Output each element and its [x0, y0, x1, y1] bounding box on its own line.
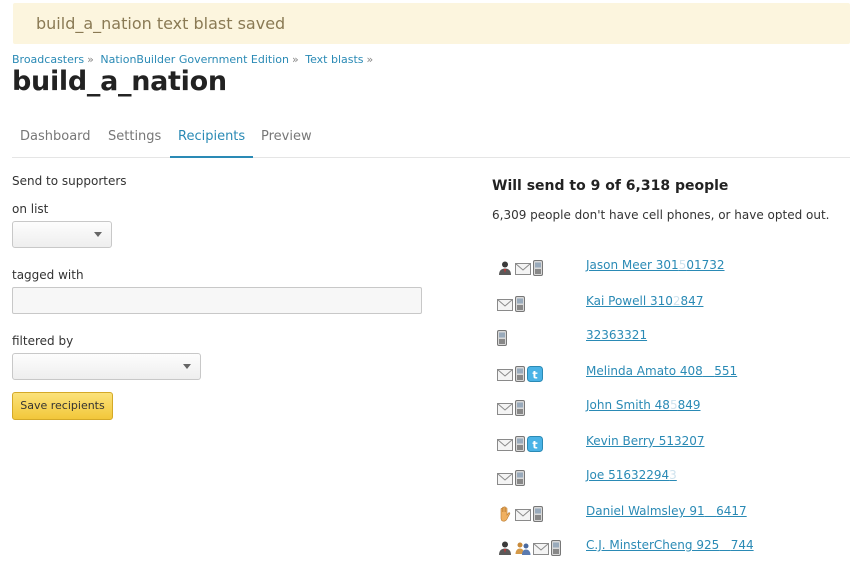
svg-text:t: t [532, 368, 537, 381]
list-item: t Melinda Amato 408 551 [497, 362, 837, 382]
recipient-icons [497, 396, 527, 416]
summary-note: 6,309 people don't have cell phones, or … [492, 208, 830, 222]
email-icon [497, 470, 513, 485]
person-icon [497, 540, 513, 555]
recipient-link[interactable]: Daniel Walmsley 91 6417 [586, 504, 747, 518]
tab-preview[interactable]: Preview [253, 129, 320, 158]
page-title: build_a_nation [12, 66, 227, 97]
breadcrumb-separator: » [291, 53, 299, 66]
tagged-with-input[interactable] [12, 287, 422, 314]
recipient-redacted: 5 [669, 398, 678, 412]
tagged-with-label: tagged with [12, 268, 84, 282]
email-icon [515, 506, 531, 521]
phone-icon [497, 329, 507, 346]
filtered-by-label: filtered by [12, 334, 74, 348]
recipient-name: John Smith 48 [586, 398, 670, 412]
breadcrumb-text-blasts[interactable]: Text blasts [305, 53, 363, 66]
recipient-name: C.J. MinsterCheng 925 [586, 538, 720, 552]
breadcrumb-nationbuilder[interactable]: NationBuilder Government Edition [100, 53, 289, 66]
phone-icon [515, 295, 525, 312]
breadcrumb-separator: » [366, 53, 374, 66]
email-icon [497, 296, 513, 311]
tab-recipients[interactable]: Recipients [170, 129, 254, 158]
tab-dashboard[interactable]: Dashboard [12, 129, 99, 158]
recipient-icons [497, 256, 545, 276]
recipient-name: 32363321 [586, 328, 648, 342]
recipient-name: Jason Meer 301 [586, 258, 679, 272]
list-item: John Smith 485849 [497, 396, 837, 416]
list-item: Daniel Walmsley 91 6417 [497, 502, 837, 522]
recipient-link[interactable]: C.J. MinsterCheng 925 744 [586, 538, 754, 552]
recipient-link[interactable]: Jason Meer 301501732 [586, 258, 725, 272]
recipient-phone-tail: 847 [680, 294, 704, 308]
recipient-name: Melinda Amato 408 [586, 364, 703, 378]
recipient-icons [497, 536, 563, 556]
list-item: C.J. MinsterCheng 925 744 [497, 536, 837, 556]
phone-icon [515, 435, 525, 452]
filtered-by-select[interactable] [12, 353, 201, 380]
recipient-phone-tail: 551 [714, 364, 738, 378]
list-item: Joe 516322943 [497, 466, 837, 486]
recipient-phone-tail: 744 [730, 538, 754, 552]
save-recipients-button[interactable]: Save recipients [12, 392, 113, 420]
twitter-icon: t [527, 365, 543, 382]
recipient-name: Kai Powell 310 [586, 294, 673, 308]
phone-icon [515, 469, 525, 486]
recipient-name: Daniel Walmsley 91 [586, 504, 705, 518]
phone-icon [515, 365, 525, 382]
phone-icon [515, 399, 525, 416]
recipient-name: Joe 51632294 [586, 468, 670, 482]
breadcrumb: Broadcasters» NationBuilder Government E… [12, 53, 376, 66]
person-icon [497, 260, 513, 275]
send-to-label: Send to supporters [12, 174, 127, 188]
flash-message: build_a_nation text blast saved [13, 3, 850, 44]
recipient-phone-tail: 849 [677, 398, 701, 412]
tab-bar: Dashboard Settings Recipients Preview [12, 121, 850, 158]
email-icon [497, 436, 513, 451]
recipient-icons [497, 466, 527, 486]
on-list-select[interactable] [12, 221, 112, 248]
recipient-icons [497, 292, 527, 312]
list-item: Kai Powell 3102847 [497, 292, 837, 312]
recipient-gap [705, 504, 716, 518]
recipient-link[interactable]: Kevin Berry 513207 [586, 434, 705, 448]
recipient-gap [703, 364, 714, 378]
hand-icon [497, 505, 513, 521]
chevron-down-icon [183, 364, 191, 369]
recipient-link[interactable]: Melinda Amato 408 551 [586, 364, 737, 378]
recipient-gap [719, 538, 730, 552]
email-icon [533, 540, 549, 555]
recipient-link[interactable]: 32363321 [586, 328, 647, 342]
list-item: 32363321 [497, 326, 837, 346]
list-item: t Kevin Berry 513207 [497, 432, 837, 452]
group-icon [515, 540, 531, 555]
phone-icon [533, 505, 543, 522]
svg-text:t: t [532, 438, 537, 451]
breadcrumb-broadcasters[interactable]: Broadcasters [12, 53, 84, 66]
recipient-icons: t [497, 362, 545, 382]
recipient-icons: t [497, 432, 545, 452]
email-icon [515, 260, 531, 275]
twitter-icon: t [527, 435, 543, 452]
chevron-down-icon [94, 232, 102, 237]
recipient-icons [497, 502, 545, 522]
recipient-link[interactable]: Kai Powell 3102847 [586, 294, 703, 308]
recipient-name: Kevin Berry 513207 [586, 434, 705, 448]
list-item: Jason Meer 301501732 [497, 256, 837, 276]
recipient-redacted: 2 [672, 294, 681, 308]
recipient-icons [497, 326, 509, 346]
tab-settings[interactable]: Settings [100, 129, 169, 158]
on-list-label: on list [12, 202, 49, 216]
email-icon [497, 366, 513, 381]
recipient-phone-tail: 01732 [686, 258, 725, 272]
recipient-link[interactable]: John Smith 485849 [586, 398, 701, 412]
summary-title: Will send to 9 of 6,318 people [492, 178, 729, 194]
breadcrumb-separator: » [87, 53, 94, 66]
recipient-redacted: 3 [669, 468, 677, 482]
recipient-phone-tail: 6417 [716, 504, 747, 518]
email-icon [497, 400, 513, 415]
phone-icon [551, 539, 561, 556]
recipient-link[interactable]: Joe 516322943 [586, 468, 677, 482]
phone-icon [533, 259, 543, 276]
